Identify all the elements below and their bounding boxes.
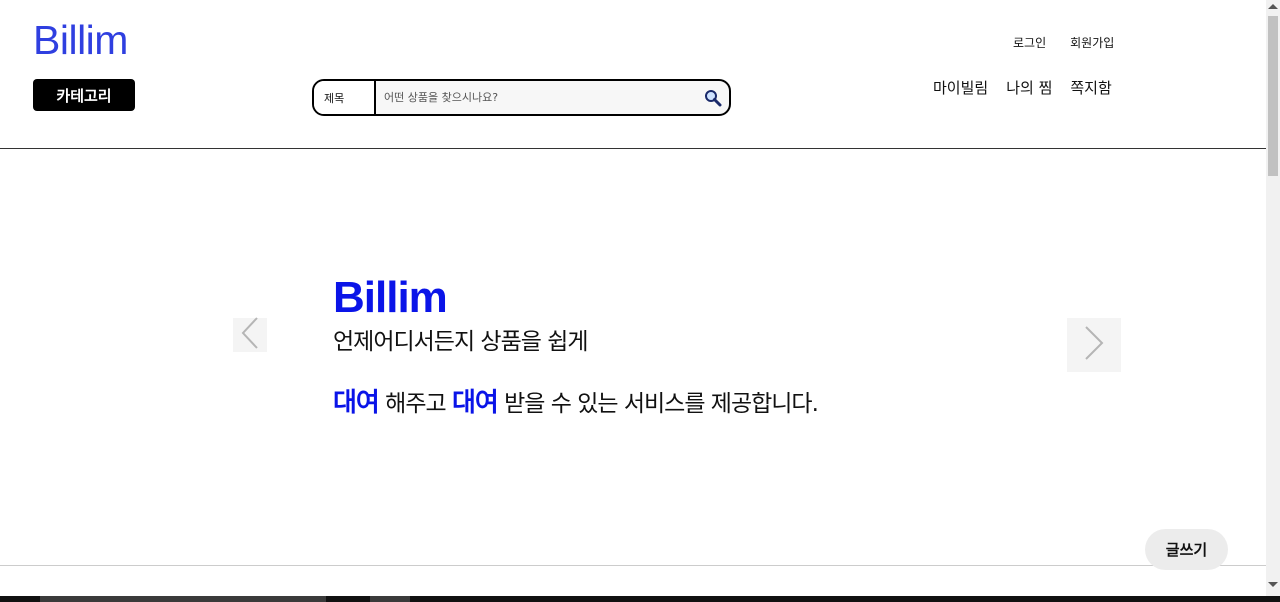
- hero-description: 대여 해주고 대여 받을 수 있는 서비스를 제공합니다.: [333, 382, 819, 419]
- scroll-up-arrow-icon[interactable]: [1268, 4, 1278, 9]
- hero-text-2: 받을 수 있는 서비스를 제공합니다.: [497, 391, 819, 417]
- scrollbar[interactable]: [1266, 0, 1280, 596]
- hero-banner: Billim 언제어디서든지 상품을 쉽게 대여 해주고 대여 받을 수 있는 …: [333, 270, 819, 419]
- hero-accent-1: 대여: [333, 388, 380, 418]
- login-link[interactable]: 로그인: [1013, 34, 1046, 51]
- main-nav: 마이빌림 나의 찜 쪽지함: [933, 77, 1112, 98]
- write-button[interactable]: 글쓰기: [1145, 529, 1228, 570]
- page: Billim 카테고리 제목 로그인 회원가입 마이빌림 나의 찜 쪽지함: [0, 0, 1280, 602]
- search-input[interactable]: [376, 81, 697, 114]
- search-box: 제목: [312, 79, 731, 116]
- taskbar-item[interactable]: [370, 596, 410, 602]
- hero-title: Billim: [333, 273, 448, 322]
- search-type-select[interactable]: 제목: [314, 81, 376, 114]
- nav-mybillim[interactable]: 마이빌림: [933, 77, 988, 98]
- signup-link[interactable]: 회원가입: [1070, 34, 1114, 51]
- top-links: 로그인 회원가입: [1013, 34, 1114, 51]
- nav-messages[interactable]: 쪽지함: [1070, 77, 1111, 98]
- hero-accent-2: 대여: [451, 388, 499, 418]
- hero-text-1: 해주고: [378, 391, 452, 417]
- scroll-thumb[interactable]: [1268, 16, 1278, 176]
- category-button[interactable]: 카테고리: [33, 79, 135, 111]
- scroll-down-arrow-icon[interactable]: [1268, 582, 1278, 587]
- search-icon[interactable]: [697, 81, 729, 114]
- nav-wishlist[interactable]: 나의 찜: [1006, 77, 1052, 98]
- carousel-prev-button[interactable]: [233, 316, 267, 354]
- taskbar-item[interactable]: [40, 596, 326, 602]
- logo[interactable]: Billim: [33, 17, 128, 64]
- section-divider: [0, 565, 1266, 566]
- taskbar: [0, 596, 1280, 602]
- chevron-right-icon: [1082, 325, 1106, 365]
- header: Billim 카테고리 제목 로그인 회원가입 마이빌림 나의 찜 쪽지함: [0, 0, 1266, 149]
- chevron-left-icon: [240, 316, 260, 354]
- carousel-next-button[interactable]: [1067, 318, 1121, 372]
- hero-subtitle: 언제어디서든지 상품을 쉽게: [333, 329, 589, 355]
